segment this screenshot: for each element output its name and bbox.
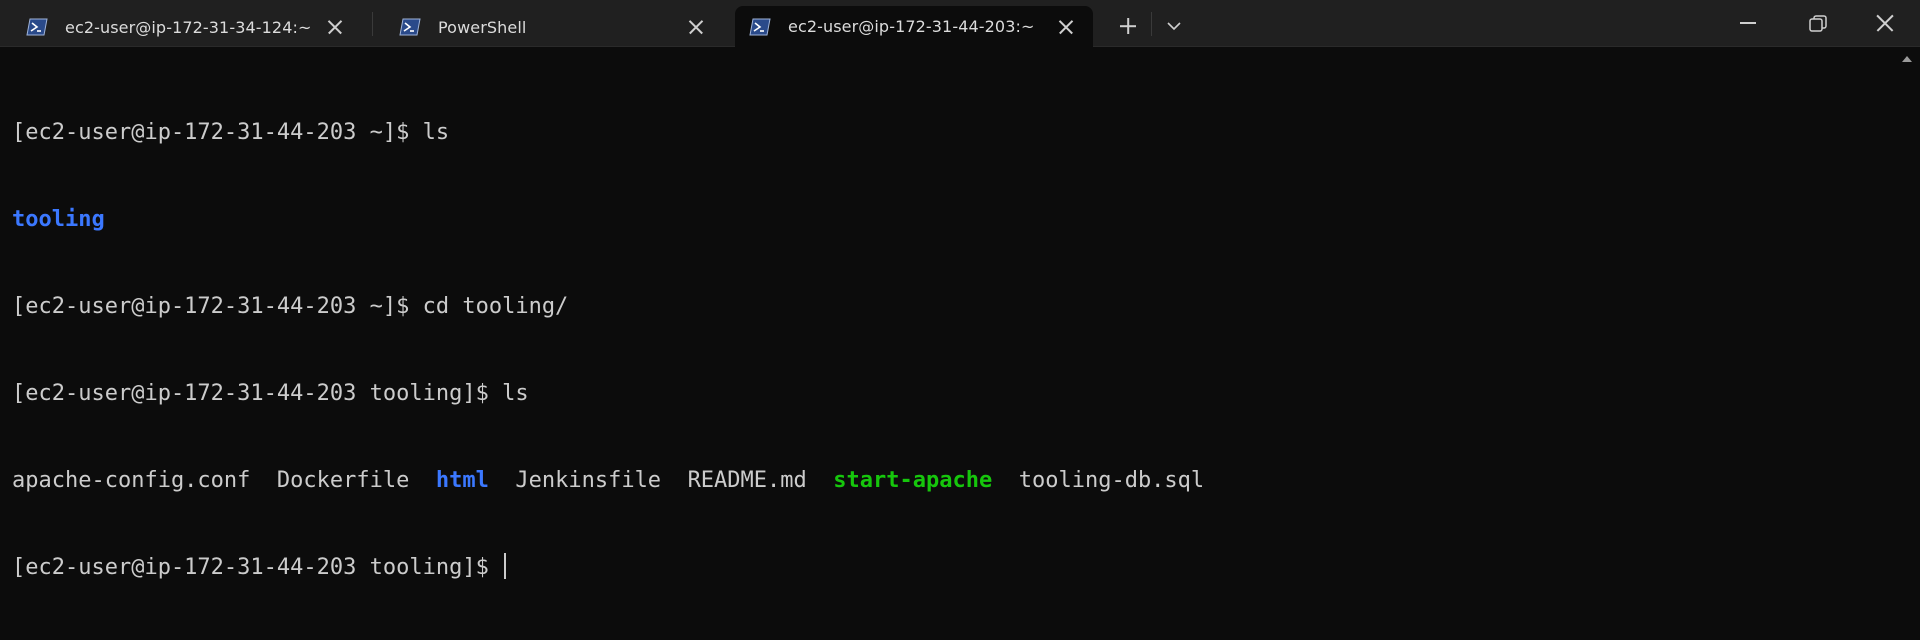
minimize-button[interactable] — [1712, 0, 1782, 46]
terminal-line: apache-config.conf Dockerfile html Jenki… — [12, 466, 1204, 495]
text-cursor — [504, 553, 507, 579]
command: ls — [502, 381, 529, 406]
new-tab-button[interactable] — [1114, 12, 1142, 40]
tab-ec2-user-34-124[interactable]: ec2-user@ip-172-31-34-124:~ — [0, 8, 362, 46]
close-icon[interactable] — [689, 20, 703, 34]
prompt: [ec2-user@ip-172-31-44-203 ~]$ — [12, 294, 423, 319]
close-icon[interactable] — [328, 20, 342, 34]
close-window-button[interactable] — [1850, 0, 1920, 46]
title-bar: ec2-user@ip-172-31-34-124:~ PowerShell e… — [0, 0, 1920, 47]
directory-entry: tooling — [12, 207, 105, 232]
tab-title: ec2-user@ip-172-31-34-124:~ — [65, 17, 312, 37]
powershell-icon — [26, 18, 48, 36]
tab-powershell[interactable]: PowerShell — [373, 8, 723, 46]
terminal-line: [ec2-user@ip-172-31-44-203 ~]$ cd toolin… — [12, 292, 1204, 321]
terminal-line: tooling — [12, 205, 1204, 234]
terminal-lines: [ec2-user@ip-172-31-44-203 ~]$ ls toolin… — [12, 60, 1204, 640]
maximize-button[interactable] — [1782, 0, 1852, 46]
prompt: [ec2-user@ip-172-31-44-203 ~]$ — [12, 120, 423, 145]
terminal-output[interactable]: [ec2-user@ip-172-31-44-203 ~]$ ls toolin… — [0, 47, 1894, 580]
scrollbar[interactable] — [1894, 47, 1920, 472]
powershell-icon — [749, 18, 771, 35]
tab-ec2-user-44-203[interactable]: ec2-user@ip-172-31-44-203:~ — [735, 6, 1093, 47]
chevron-down-icon — [1167, 22, 1181, 31]
tab-title: ec2-user@ip-172-31-44-203:~ — [788, 17, 1035, 36]
tab-separator — [1151, 12, 1152, 36]
terminal-line: [ec2-user@ip-172-31-44-203 tooling]$ — [12, 553, 1204, 582]
powershell-icon — [399, 18, 421, 36]
command: cd tooling/ — [422, 294, 569, 319]
terminal-line: [ec2-user@ip-172-31-44-203 ~]$ ls — [12, 118, 1204, 147]
prompt: [ec2-user@ip-172-31-44-203 tooling]$ — [12, 381, 503, 406]
scroll-up-arrow-icon[interactable] — [1901, 55, 1913, 63]
tab-dropdown-button[interactable] — [1160, 12, 1188, 40]
prompt: [ec2-user@ip-172-31-44-203 tooling]$ — [12, 555, 503, 580]
close-icon[interactable] — [1059, 20, 1073, 34]
command: ls — [422, 120, 450, 145]
terminal-line: [ec2-user@ip-172-31-44-203 tooling]$ ls — [12, 379, 1204, 408]
tab-title: PowerShell — [438, 17, 527, 37]
restore-icon — [1809, 15, 1827, 32]
